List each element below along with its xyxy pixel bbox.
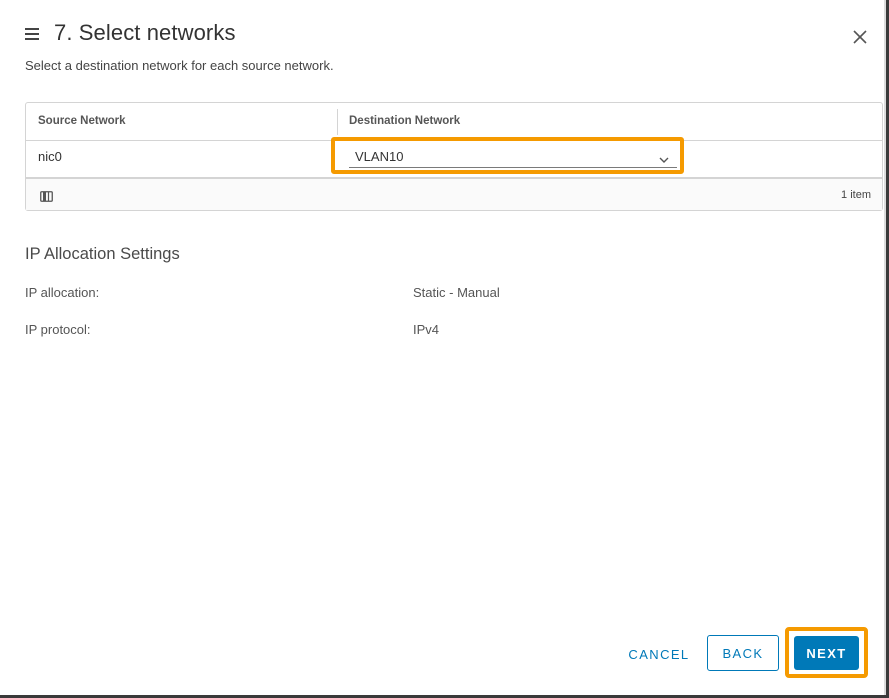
column-separator[interactable] [337,109,338,135]
ip-allocation-section-title: IP Allocation Settings [25,245,180,263]
cancel-button[interactable]: CANCEL [622,640,696,668]
destination-network-value: VLAN10 [355,149,404,164]
grid-header: Source Network Destination Network [26,103,882,141]
dialog-subtitle: Select a destination network for each so… [25,58,334,73]
ip-allocation-value: Static - Manual [413,285,500,300]
dialog-title: 7. Select networks [54,20,236,45]
source-network-cell: nic0 [38,149,62,164]
ip-protocol-label: IP protocol: [25,322,91,337]
hamburger-menu-icon[interactable] [25,28,39,40]
column-header-destination-network: Destination Network [349,115,461,127]
ip-allocation-label: IP allocation: [25,285,100,300]
ip-protocol-value: IPv4 [413,322,440,337]
grid-item-count: 1 item [841,189,871,201]
next-button[interactable]: NEXT [794,636,859,670]
chevron-down-icon [659,151,669,163]
close-icon[interactable] [851,28,869,46]
destination-network-select[interactable]: VLAN10 [349,147,677,168]
column-toggle-icon[interactable] [40,189,53,202]
grid-footer: 1 item [26,179,882,210]
back-button[interactable]: BACK [707,635,779,671]
column-header-source-network: Source Network [38,115,126,127]
